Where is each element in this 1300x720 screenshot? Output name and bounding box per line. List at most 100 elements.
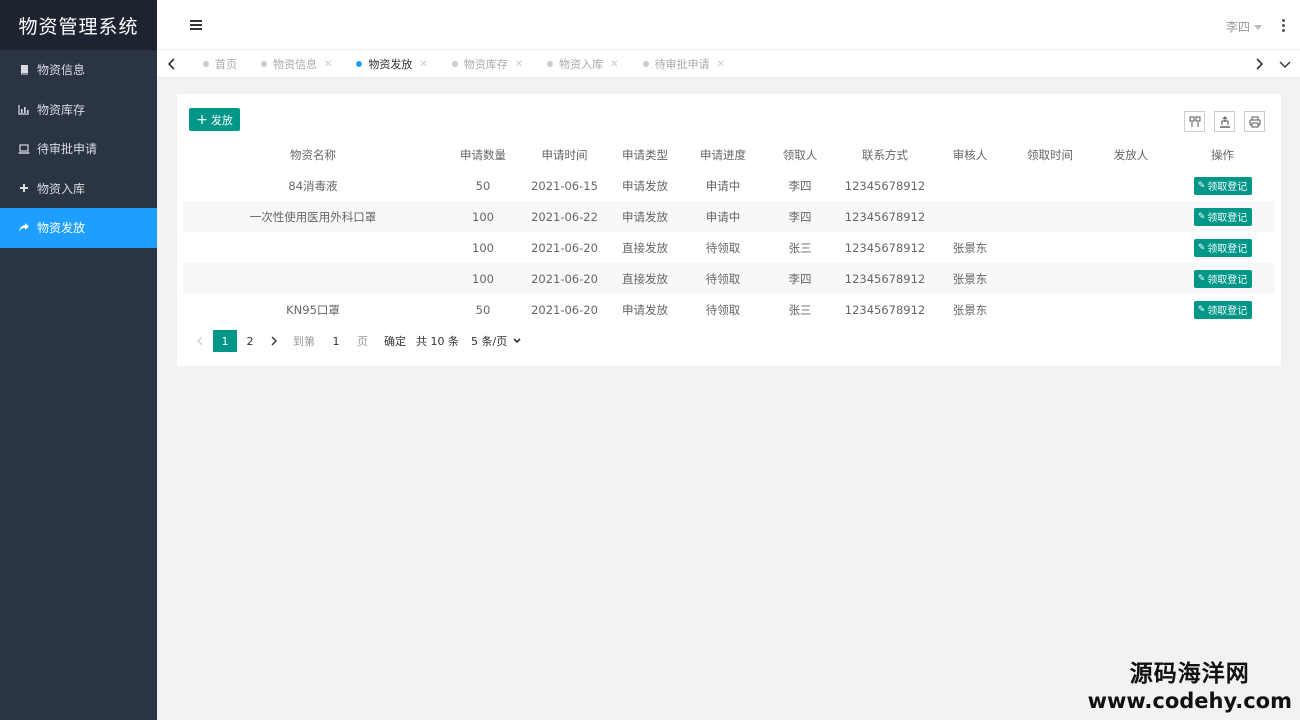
print-button[interactable] [1244,111,1265,132]
sidebar-item-pending-approval[interactable]: 待审批申请 [0,129,157,169]
cell-qty: 50 [443,294,523,325]
page-current[interactable]: 1 [213,330,237,352]
tab-home[interactable]: 首页 [195,50,245,78]
sidebar-item-label: 物资入库 [37,181,86,196]
cell-issuer [1092,232,1170,263]
cell-progress: 申请中 [684,170,762,201]
register-pickup-button[interactable]: ✎ 领取登记 [1193,176,1252,195]
register-pickup-label: 领取登记 [1207,275,1248,286]
menu-toggle-icon[interactable] [190,20,202,31]
column-header[interactable]: 审核人 [932,140,1008,170]
table-header-row: 物资名称 申请数量 申请时间 申请类型 申请进度 领取人 联系方式 审核人 领取… [183,140,1275,170]
cell-receiver: 李四 [762,201,838,232]
tab-close-icon[interactable]: ✕ [610,59,618,70]
chevron-down-icon [513,338,521,344]
cell-reviewer [932,170,1008,201]
page-size-select[interactable]: 5 条/页 [471,333,521,349]
column-header[interactable]: 领取时间 [1008,140,1092,170]
sidebar-item-material-info[interactable]: 物资信息 [0,50,157,90]
cell-name [183,263,443,294]
tab-close-icon[interactable]: ✕ [419,59,427,70]
cell-action: ✎ 领取登记 [1170,232,1275,263]
tab-close-icon[interactable]: ✕ [717,59,725,70]
column-header[interactable]: 申请类型 [606,140,684,170]
cell-type: 申请发放 [606,201,684,232]
tab-dot-icon [642,61,649,67]
cell-qty: 100 [443,232,523,263]
cell-date: 2021-06-20 [523,294,606,325]
add-issue-button[interactable]: + 发放 [189,108,240,131]
edit-icon: ✎ [1197,211,1206,222]
sidebar-item-label: 物资库存 [37,102,86,117]
column-header[interactable]: 物资名称 [183,140,443,170]
tab-scroll-left-icon[interactable] [165,56,179,72]
watermark: 源码海洋网 www.codehy.com [1088,660,1292,714]
tab-list: 首页 物资信息 ✕ 物资发放 ✕ 物资库存 ✕ 物资入库 ✕ 待审批申请 ✕ [195,50,741,78]
tab-dropdown-icon[interactable] [1278,56,1292,72]
tab-close-icon[interactable]: ✕ [324,59,332,70]
tab-label: 物资发放 [368,58,413,71]
register-pickup-button[interactable]: ✎ 领取登记 [1193,238,1252,257]
sidebar-item-material-inbound[interactable]: 物资入库 [0,169,157,209]
cell-receiver: 张三 [762,294,838,325]
prev-page-icon[interactable] [189,330,211,352]
table-card: + 发放 物资名称 申请数量 申请时间 申请类型 申请进度 领取人 联系方式 审核… [177,94,1281,366]
goto-label: 到第 [293,335,315,348]
tab-label: 物资信息 [273,58,317,71]
cell-receiver: 李四 [762,263,838,294]
page-2[interactable]: 2 [239,330,261,352]
column-header[interactable]: 申请时间 [523,140,606,170]
cell-receive-time [1008,263,1092,294]
column-header[interactable]: 申请数量 [443,140,523,170]
page-size-value: 5 条/页 [471,335,508,348]
table-row: 84消毒液 50 2021-06-15 申请发放 申请中 李四 12345678… [183,170,1275,201]
plus-icon [18,182,30,194]
sidebar-item-label: 物资信息 [37,63,86,78]
tab-material-issue[interactable]: 物资发放 ✕ [348,50,435,78]
cell-progress: 待领取 [684,263,762,294]
column-header[interactable]: 发放人 [1092,140,1170,170]
tab-close-icon[interactable]: ✕ [515,59,523,70]
tab-material-info[interactable]: 物资信息 ✕ [253,50,340,78]
user-name: 李四 [1225,20,1250,34]
page-unit-label: 页 [357,335,368,348]
register-pickup-button[interactable]: ✎ 领取登记 [1193,269,1252,288]
cell-contact: 12345678912 [838,294,932,325]
column-header[interactable]: 申请进度 [684,140,762,170]
goto-confirm-button[interactable]: 确定 [384,333,406,349]
cell-receive-time [1008,170,1092,201]
tab-scroll-right-icon[interactable] [1252,56,1266,72]
cell-receive-time [1008,232,1092,263]
more-vertical-icon[interactable] [1282,19,1286,34]
column-header[interactable]: 联系方式 [838,140,932,170]
register-pickup-button[interactable]: ✎ 领取登记 [1193,300,1252,319]
cell-reviewer [932,201,1008,232]
plus-icon: + [196,111,208,128]
watermark-line-1: 源码海洋网 [1129,661,1250,687]
user-menu[interactable]: 李四 [1226,18,1262,35]
columns-filter-button[interactable] [1184,111,1205,132]
sidebar-item-material-issue[interactable]: 物资发放 [0,208,157,248]
tab-pending-approval[interactable]: 待审批申请 ✕ [635,50,733,78]
cell-contact: 12345678912 [838,170,932,201]
register-pickup-label: 领取登记 [1207,244,1248,255]
columns-icon [1189,116,1200,127]
cell-action: ✎ 领取登记 [1170,294,1275,325]
column-header: 操作 [1211,148,1234,162]
export-button[interactable] [1214,111,1235,132]
table-row: 100 2021-06-20 直接发放 待领取 张三 12345678912 张… [183,232,1275,263]
table-row: 一次性使用医用外科口罩 100 2021-06-22 申请发放 申请中 李四 1… [183,201,1275,232]
cell-issuer [1092,170,1170,201]
tab-material-inbound[interactable]: 物资入库 ✕ [539,50,626,78]
next-page-icon[interactable] [263,330,285,352]
sidebar-item-material-stock[interactable]: 物资库存 [0,90,157,130]
tab-label: 物资入库 [559,58,604,71]
register-pickup-button[interactable]: ✎ 领取登记 [1193,207,1252,226]
goto-page-input[interactable] [321,330,351,352]
tab-material-stock[interactable]: 物资库存 ✕ [444,50,531,78]
tab-dot-icon [451,61,458,67]
tab-dot-icon [261,61,267,67]
cell-name: 一次性使用医用外科口罩 [183,201,443,232]
column-header[interactable]: 领取人 [762,140,838,170]
add-issue-label: 发放 [210,113,233,127]
